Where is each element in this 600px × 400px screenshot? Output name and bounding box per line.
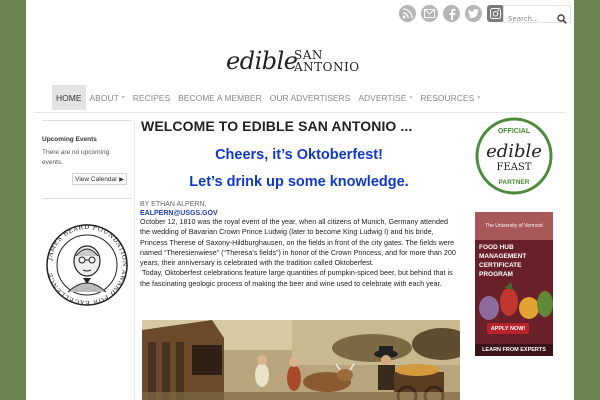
nav-divider: [34, 112, 566, 113]
main-content: WELCOME TO EDIBLE SAN ANTONIO ... Cheers…: [138, 118, 460, 400]
headline-knowledge: Let’s drink up some knowledge.: [189, 174, 409, 190]
chevron-down-icon: ▾: [121, 95, 125, 101]
nav-item-advertise[interactable]: ADVERTISE ▾: [354, 85, 416, 110]
edible-feast-partner-badge[interactable]: OFFICIAL edible FEAST PARTNER: [474, 116, 554, 200]
article-paragraph-1: October 12, 1810 was the royal event of …: [140, 217, 456, 268]
sidebar-divider: [42, 120, 132, 121]
nav-item-our-advertisers[interactable]: OUR ADVERTISERS: [266, 85, 355, 110]
nav-item-become-a-member[interactable]: BECOME A MEMBER: [174, 85, 266, 110]
column-divider: [134, 120, 135, 400]
chevron-right-icon: ▶: [119, 176, 124, 183]
social-icons: [399, 5, 504, 22]
search-box: [503, 5, 571, 27]
search-icon[interactable]: [557, 9, 567, 28]
events-title: Upcoming Events: [42, 136, 97, 143]
badge-word1: edible: [486, 141, 542, 162]
left-sidebar: Upcoming Events There are no upcoming ev…: [42, 120, 132, 199]
apply-now-button[interactable]: APPLY NOW!: [487, 323, 529, 334]
nav-item-label: RESOURCES: [420, 92, 475, 103]
badge-bottom-text: PARTNER: [499, 179, 530, 186]
badge-top-text: OFFICIAL: [498, 128, 531, 135]
events-empty-message: There are no upcoming events.: [42, 149, 110, 166]
oktoberfest-painting: [142, 320, 460, 400]
vegetables-icon: [479, 282, 553, 320]
rss-icon[interactable]: [399, 5, 416, 22]
nav-item-about[interactable]: ABOUT ▾: [86, 85, 129, 110]
email-icon[interactable]: [421, 5, 438, 22]
nav-item-label: BECOME A MEMBER: [178, 92, 262, 103]
twitter-icon[interactable]: [465, 5, 482, 22]
view-calendar-button[interactable]: View Calendar ▶: [72, 173, 127, 185]
facebook-icon[interactable]: [443, 5, 460, 22]
chevron-down-icon: ▾: [477, 95, 481, 101]
article-body: October 12, 1810 was the royal event of …: [140, 217, 460, 289]
ad-university-header: The University of Vermont: [475, 212, 553, 240]
byline: BY ETHAN ALPERN,: [140, 201, 207, 208]
nav-item-home[interactable]: HOME: [52, 85, 86, 110]
nav-item-label: OUR ADVERTISERS: [269, 92, 351, 103]
instagram-icon[interactable]: [487, 5, 504, 22]
page: edible SAN ANTONIO HOMEABOUT▾RECIPESBECO…: [26, 0, 574, 400]
article-paragraph-2: Today, Oktoberfest celebrations feature …: [140, 268, 455, 288]
nav-item-resources[interactable]: RESOURCES ▾: [416, 85, 484, 110]
ad-headline: FOOD HUB MANAGEMENT CERTIFICATE PROGRAM: [479, 244, 527, 278]
search-input[interactable]: [504, 11, 554, 27]
university-name: The University of Vermont: [485, 223, 543, 229]
chevron-down-icon: ▾: [409, 95, 413, 101]
james-beard-award-seal[interactable]: JAMES BEARD FOUNDATION AWARD FOR EXCELLE…: [46, 218, 128, 316]
badge-word2: FEAST: [497, 162, 532, 173]
page-title: WELCOME TO EDIBLE SAN ANTONIO ...: [141, 118, 413, 134]
main-nav: HOME ABOUT ▾ RECIPES BECOME A MEMBER OUR ADVE…: [52, 85, 484, 110]
logo-word: edible: [226, 47, 298, 75]
nav-item-label: ABOUT: [89, 92, 119, 103]
nav-item-label: HOME: [56, 92, 82, 103]
nav-item-recipes[interactable]: RECIPES: [129, 85, 174, 110]
ad-footer: LEARN FROM EXPERTS: [475, 344, 553, 356]
logo-line2: ANTONIO: [294, 60, 360, 74]
headline-oktoberfest: Cheers, it’s Oktoberfest!: [215, 147, 383, 163]
nav-item-label: RECIPES: [132, 92, 171, 103]
nav-item-label: ADVERTISE: [358, 92, 407, 103]
sidebar-divider-2: [42, 198, 132, 199]
author-email-link[interactable]: EALPERN@USGS.GOV: [140, 210, 460, 217]
view-calendar-label: View Calendar: [75, 175, 118, 183]
uvm-food-hub-ad[interactable]: The University of Vermont FOOD HUB MANAG…: [475, 212, 553, 356]
